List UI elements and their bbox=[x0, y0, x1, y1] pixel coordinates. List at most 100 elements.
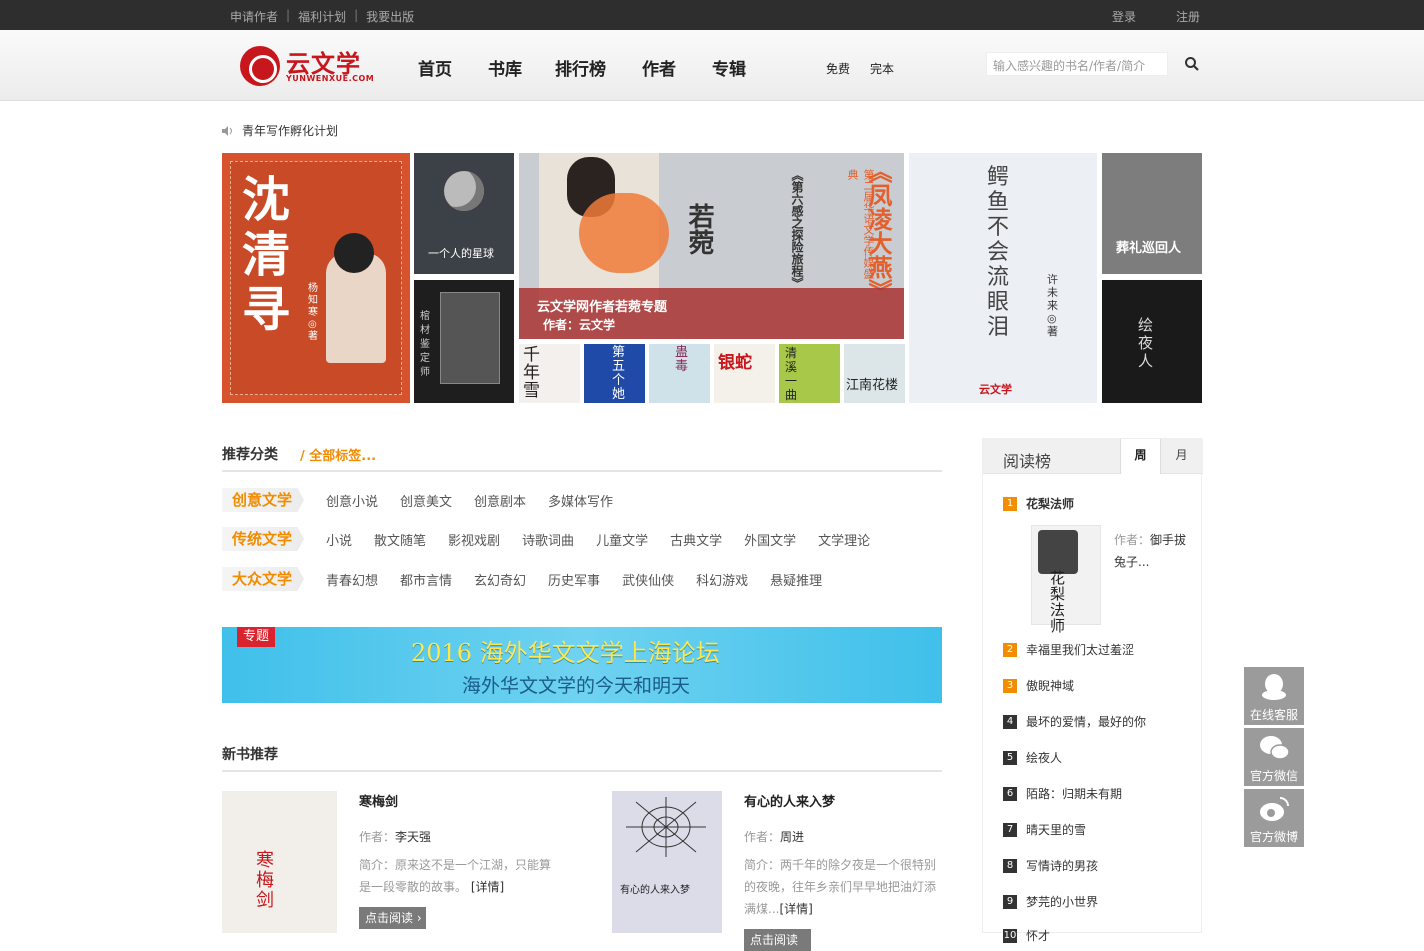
banner-vert-title: 《凤凌大燕》 bbox=[864, 159, 893, 303]
desc-label: 简介： bbox=[359, 858, 396, 872]
detail-link[interactable]: [详情] bbox=[471, 880, 504, 894]
all-tags-link[interactable]: / 全部标签... bbox=[300, 445, 376, 464]
banner-author: 许未来◎著 bbox=[1047, 273, 1058, 338]
nav-free[interactable]: 免费 bbox=[826, 60, 850, 77]
thumb-1[interactable]: 千年雪 bbox=[519, 344, 580, 403]
ranking-item[interactable]: 7 晴天里的雪 bbox=[1003, 821, 1086, 838]
banner-book-coffin[interactable]: 棺材鉴定师 bbox=[414, 280, 514, 403]
category-item[interactable]: 创意小说 bbox=[326, 491, 378, 510]
ranking-item-title[interactable]: 陌路：归期未有期 bbox=[1026, 785, 1122, 802]
category-item[interactable]: 创意剧本 bbox=[474, 491, 526, 510]
ranking-item[interactable]: 4 最坏的爱情，最好的你 bbox=[1003, 713, 1146, 730]
category-item[interactable]: 玄幻奇幻 bbox=[474, 570, 526, 589]
category-item[interactable]: 悬疑推理 bbox=[770, 570, 822, 589]
ranking-item-title[interactable]: 怀才 bbox=[1026, 927, 1050, 944]
search-input[interactable]: 输入感兴趣的书名/作者/简介 bbox=[986, 52, 1168, 76]
category-item[interactable]: 文学理论 bbox=[818, 530, 870, 549]
ranking-item-title[interactable]: 傲睨神域 bbox=[1026, 677, 1074, 694]
thumb-5[interactable]: 清溪一曲 bbox=[779, 344, 840, 403]
book-author[interactable]: 周进 bbox=[780, 830, 804, 844]
apply-author-link[interactable]: 申请作者 bbox=[230, 8, 278, 25]
book-title[interactable]: 有心的人来入梦 bbox=[744, 791, 835, 810]
book-cover[interactable]: 有心的人来入梦 bbox=[612, 791, 722, 933]
banner-vert-work: 《第六感之探险旅程》 bbox=[790, 169, 804, 289]
ranking-item-title[interactable]: 花梨法师 bbox=[1026, 495, 1074, 512]
thumb-title: 千年雪 bbox=[523, 345, 540, 401]
ranking-item-title[interactable]: 晴天里的雪 bbox=[1026, 821, 1086, 838]
category-tag[interactable]: 大众文学 bbox=[222, 567, 304, 591]
category-item[interactable]: 创意美文 bbox=[400, 491, 452, 510]
banner-book-planet[interactable]: 一个人的星球 bbox=[414, 153, 514, 274]
promo-banner[interactable]: 专题 2016 海外华文文学上海论坛 海外华文文学的今天和明天 bbox=[222, 627, 942, 703]
thumb-3[interactable]: 蛊毒 bbox=[649, 344, 710, 403]
nav-home[interactable]: 首页 bbox=[418, 55, 452, 80]
book-title[interactable]: 寒梅剑 bbox=[359, 791, 398, 810]
category-item[interactable]: 儿童文学 bbox=[596, 530, 648, 549]
category-item[interactable]: 散文随笔 bbox=[374, 530, 426, 549]
category-item[interactable]: 古典文学 bbox=[670, 530, 722, 549]
read-button[interactable]: 点击阅读 › bbox=[359, 907, 426, 929]
book-author[interactable]: 李天强 bbox=[395, 830, 431, 844]
nav-library[interactable]: 书库 bbox=[488, 55, 522, 80]
category-item[interactable]: 青春幻想 bbox=[326, 570, 378, 589]
nav-complete[interactable]: 完本 bbox=[870, 60, 894, 77]
ranking-item[interactable]: 5 绘夜人 bbox=[1003, 749, 1062, 766]
float-wechat-button[interactable]: 官方微信 bbox=[1244, 728, 1304, 786]
publish-link[interactable]: 我要出版 bbox=[366, 8, 414, 25]
ranking-item-title[interactable]: 绘夜人 bbox=[1026, 749, 1062, 766]
category-row-traditional: 传统文学 小说 散文随笔 影视戏剧 诗歌词曲 儿童文学 古典文学 外国文学 文学… bbox=[222, 527, 870, 551]
category-tag[interactable]: 传统文学 bbox=[222, 527, 304, 551]
category-item[interactable]: 科幻游戏 bbox=[696, 570, 748, 589]
ranking-item-title[interactable]: 最坏的爱情，最好的你 bbox=[1026, 713, 1146, 730]
category-item[interactable]: 武侠仙侠 bbox=[622, 570, 674, 589]
ranking-item[interactable]: 3 傲睨神域 bbox=[1003, 677, 1074, 694]
nav-authors[interactable]: 作者 bbox=[642, 55, 676, 80]
banner-book-night[interactable]: 绘夜人 bbox=[1102, 280, 1202, 403]
banner-book-funeral[interactable]: 葬礼巡回人 bbox=[1102, 153, 1202, 274]
category-item[interactable]: 都市言情 bbox=[400, 570, 452, 589]
banner-book-shenqingxun[interactable]: 沈清寻 杨知寒◎著 bbox=[222, 153, 410, 403]
float-service-button[interactable]: 在线客服 bbox=[1244, 667, 1304, 725]
category-item[interactable]: 影视戏剧 bbox=[448, 530, 500, 549]
banner-feature-ruowan[interactable]: 若菀 《第六感之探险旅程》 第二届华语文学传媒盛典 《凤凌大燕》 云文学网作者若… bbox=[519, 153, 904, 339]
ranking-item-title[interactable]: 幸福里我们太过羞涩 bbox=[1026, 641, 1134, 658]
ranking-item[interactable]: 1 花梨法师 bbox=[1003, 495, 1074, 512]
category-item[interactable]: 诗歌词曲 bbox=[522, 530, 574, 549]
nav-albums[interactable]: 专辑 bbox=[712, 55, 746, 80]
search-icon[interactable] bbox=[1184, 56, 1200, 72]
login-link[interactable]: 登录 bbox=[1112, 8, 1136, 25]
notice-text[interactable]: 青年写作孵化计划 bbox=[242, 122, 338, 139]
notice-bar[interactable]: 青年写作孵化计划 bbox=[222, 122, 338, 139]
thumb-2[interactable]: 第五个她 bbox=[584, 344, 645, 403]
site-logo[interactable]: 云文学 YUNWENXUE.COM bbox=[240, 44, 380, 88]
nav-ranking[interactable]: 排行榜 bbox=[555, 55, 606, 80]
category-item[interactable]: 历史军事 bbox=[548, 570, 600, 589]
book-cover[interactable]: 寒梅剑 bbox=[222, 791, 337, 933]
thumb-6[interactable]: 江南花楼 bbox=[844, 344, 905, 403]
ranking-item-title[interactable]: 梦芫的小世界 bbox=[1026, 893, 1098, 910]
ranking-item-title[interactable]: 写情诗的男孩 bbox=[1026, 857, 1098, 874]
ranking-item[interactable]: 2 幸福里我们太过羞涩 bbox=[1003, 641, 1134, 658]
banner-book-crocodile[interactable]: 鳄鱼不会流眼泪 许未来◎著 云文学 bbox=[909, 153, 1097, 403]
ranking-item[interactable]: 8 写情诗的男孩 bbox=[1003, 857, 1098, 874]
promo-subtitle: 海外华文文学的今天和明天 bbox=[462, 675, 691, 697]
register-link[interactable]: 注册 bbox=[1176, 8, 1200, 25]
category-tag[interactable]: 创意文学 bbox=[222, 488, 304, 512]
ranking-item[interactable]: 6 陌路：归期未有期 bbox=[1003, 785, 1122, 802]
category-item[interactable]: 小说 bbox=[326, 530, 352, 549]
tab-month[interactable]: 月 bbox=[1161, 439, 1202, 474]
thumb-4[interactable]: 银蛇 bbox=[714, 344, 775, 403]
category-item[interactable]: 外国文学 bbox=[744, 530, 796, 549]
welfare-link[interactable]: 福利计划 bbox=[298, 8, 346, 25]
tab-week[interactable]: 周 bbox=[1120, 439, 1161, 474]
category-item[interactable]: 多媒体写作 bbox=[548, 491, 613, 510]
float-weibo-button[interactable]: 官方微博 bbox=[1244, 789, 1304, 847]
read-label: 点击阅读 bbox=[365, 911, 414, 925]
ranking-item[interactable]: 10 怀才 bbox=[1003, 927, 1050, 944]
read-button[interactable]: 点击阅读 bbox=[744, 929, 811, 951]
detail-link[interactable]: [详情] bbox=[779, 902, 812, 916]
ranking-item[interactable]: 9 梦芫的小世界 bbox=[1003, 893, 1098, 910]
ranking-top-cover[interactable]: 花梨法师 bbox=[1031, 525, 1101, 634]
ranking-tabs: 阅读榜 周 月 bbox=[983, 439, 1203, 474]
wechat-icon bbox=[1260, 736, 1290, 760]
